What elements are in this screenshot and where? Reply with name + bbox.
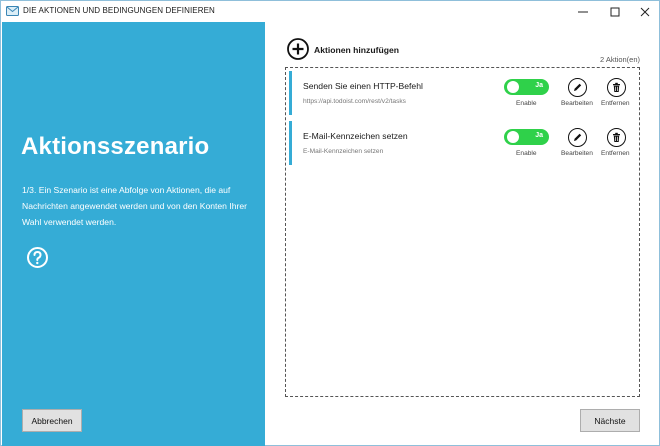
maximize-icon [610,7,620,16]
add-action-button[interactable]: Aktionen hinzufügen [314,45,399,55]
window-title: DIE AKTIONEN UND BEDINGUNGEN DEFINIEREN [23,6,215,15]
enable-caption: Enable [516,150,537,157]
enable-caption: Enable [516,100,537,107]
question-circle-icon[interactable] [26,246,49,269]
close-icon [640,7,650,16]
toggle-label: Ja [535,82,543,89]
close-button[interactable] [631,1,659,22]
pencil-icon [574,83,582,91]
action-subtitle: E-Mail-Kennzeichen setzen [303,148,384,155]
action-title: Senden Sie einen HTTP-Befehl [303,81,423,91]
edit-caption: Bearbeiten [561,100,593,107]
remove-caption: Entfernen [601,100,630,107]
edit-button[interactable] [568,78,587,97]
left-panel: Aktionsszenario 1/3. Ein Szenario ist ei… [2,22,265,446]
toggle-knob [507,131,519,143]
remove-button[interactable] [607,128,626,147]
edit-button[interactable] [568,128,587,147]
scenario-title: Aktionsszenario [21,133,210,160]
minimize-icon [578,11,588,12]
toggle-label: Ja [535,132,543,139]
pencil-icon [574,133,582,141]
maximize-button[interactable] [601,1,629,22]
action-title: E-Mail-Kennzeichen setzen [303,131,408,141]
action-list: Senden Sie einen HTTP-Befehl https://api… [285,67,640,397]
title-bar: DIE AKTIONEN UND BEDINGUNGEN DEFINIEREN [1,1,659,22]
next-button[interactable]: Nächste [580,409,640,432]
remove-caption: Entfernen [601,150,630,157]
dialog-window: DIE AKTIONEN UND BEDINGUNGEN DEFINIEREN … [0,0,660,446]
scenario-description: 1/3. Ein Szenario ist eine Abfolge von A… [22,185,248,227]
action-count: 2 Aktion(en) [600,55,641,64]
trash-icon [613,132,620,142]
enable-toggle[interactable]: Ja [504,79,549,95]
add-action-icon[interactable] [287,38,309,60]
cancel-button[interactable]: Abbrechen [22,409,82,432]
trash-icon [613,82,620,92]
app-icon [6,6,19,16]
edit-caption: Bearbeiten [561,150,593,157]
minimize-button[interactable] [569,1,597,22]
remove-button[interactable] [607,78,626,97]
toggle-knob [507,81,519,93]
action-row[interactable]: Senden Sie einen HTTP-Befehl https://api… [289,71,636,115]
action-row[interactable]: E-Mail-Kennzeichen setzen E-Mail-Kennzei… [289,121,636,165]
enable-toggle[interactable]: Ja [504,129,549,145]
action-subtitle: https://api.todoist.com/rest/v2/tasks [303,98,406,105]
